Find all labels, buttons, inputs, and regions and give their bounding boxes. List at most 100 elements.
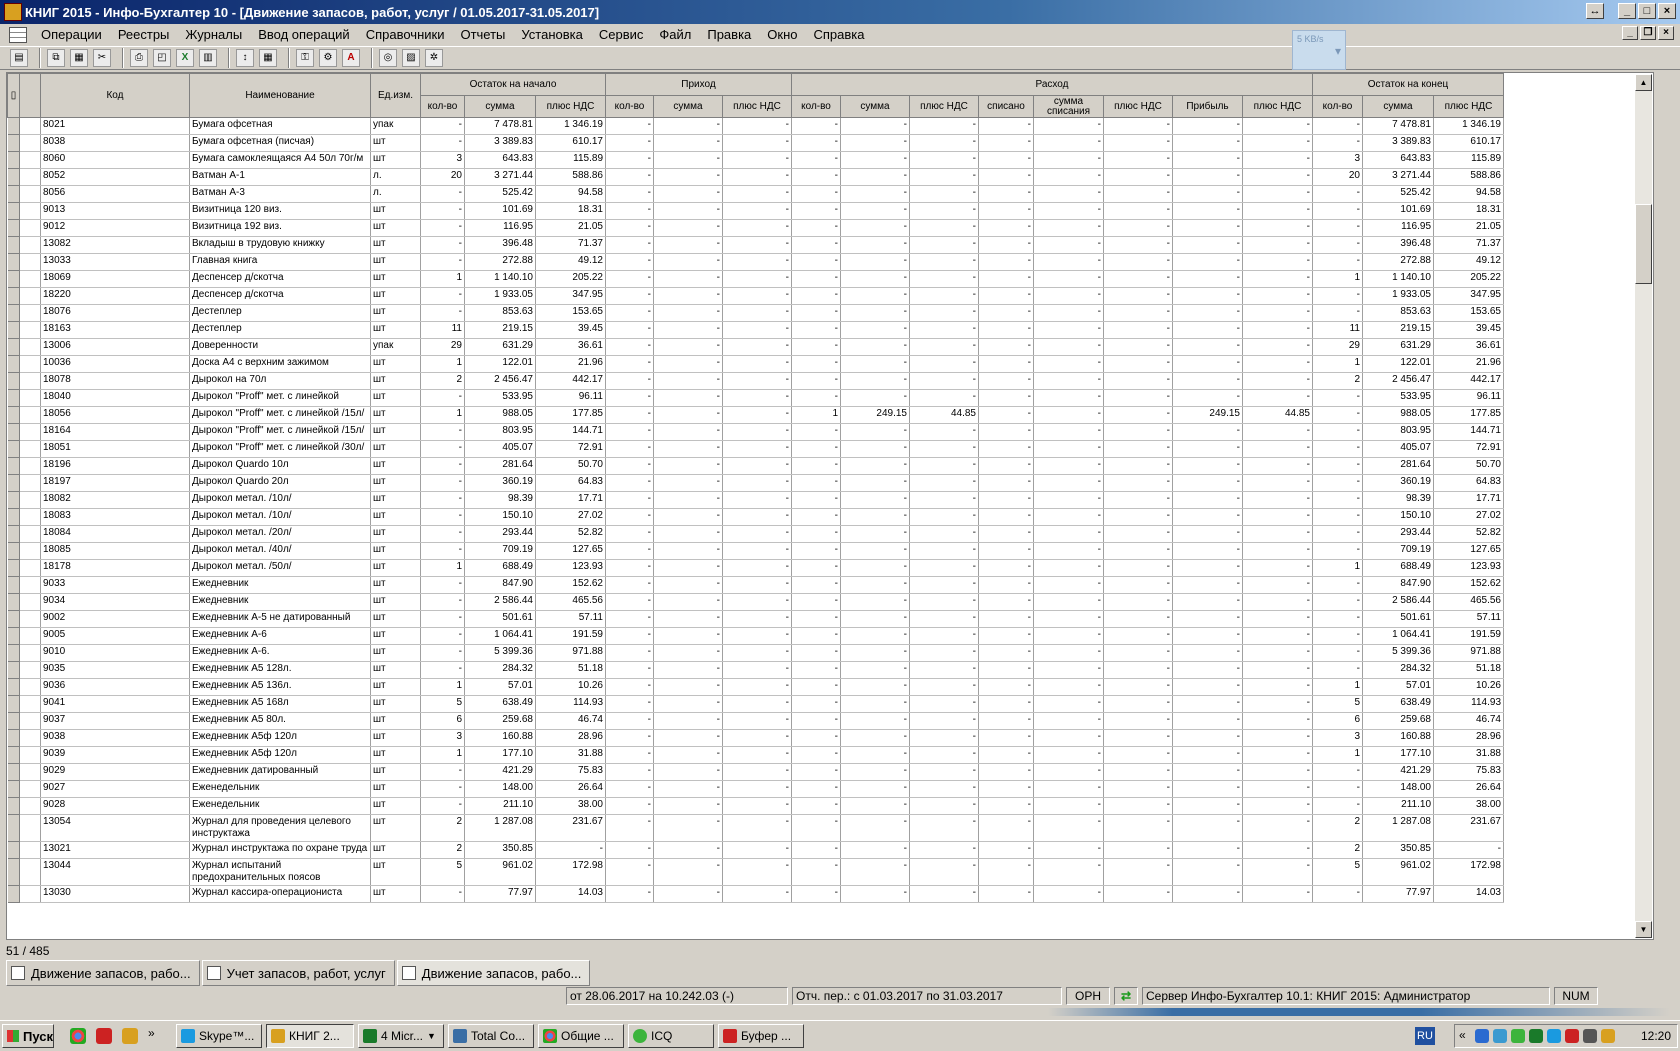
table-cell[interactable]: 1 [1312, 559, 1363, 577]
table-cell[interactable]: - [791, 185, 841, 203]
table-cell[interactable]: - [1242, 185, 1313, 203]
menu-service[interactable]: Сервис [591, 27, 652, 42]
table-row[interactable]: 18178 Дырокол метал. /50л/шт 1 688.49 123.93… [7, 559, 1638, 577]
table-cell[interactable]: Визитница 192 виз. [189, 219, 371, 237]
table-cell[interactable]: - [1033, 321, 1104, 339]
table-row[interactable]: 18196 Дырокол Quardo 10л шт -281.64 50.70- - -… [7, 457, 1638, 475]
table-cell[interactable]: - [1172, 355, 1243, 373]
table-cell[interactable]: 46.74 [1433, 712, 1504, 730]
table-cell[interactable]: 153.65 [1433, 304, 1504, 322]
row-selector[interactable] [19, 219, 41, 237]
table-cell[interactable]: 75.83 [1433, 763, 1504, 781]
table-cell[interactable]: 259.68 [1362, 712, 1434, 730]
table-cell[interactable]: - [605, 841, 654, 859]
row-selector[interactable] [19, 117, 41, 135]
table-cell[interactable]: - [722, 304, 792, 322]
table-cell[interactable]: 231.67 [1433, 814, 1504, 842]
table-cell[interactable]: Ежедневник А5 128л. [189, 661, 371, 679]
row-selector[interactable] [19, 797, 41, 815]
table-cell[interactable]: - [1242, 661, 1313, 679]
table-cell[interactable]: - [1033, 219, 1104, 237]
table-cell[interactable]: - [791, 542, 841, 560]
table-cell[interactable]: - [653, 372, 723, 390]
table-cell[interactable]: - [909, 168, 979, 186]
table-cell[interactable]: - [978, 763, 1034, 781]
table-cell[interactable]: Визитница 120 виз. [189, 202, 371, 220]
table-cell[interactable]: - [840, 525, 910, 543]
table-cell[interactable]: 421.29 [1362, 763, 1434, 781]
table-cell[interactable]: 36.61 [1433, 338, 1504, 356]
table-cell[interactable]: 51.18 [1433, 661, 1504, 679]
row-selector[interactable] [19, 440, 41, 458]
table-cell[interactable]: 9002 [40, 610, 190, 628]
table-cell[interactable]: - [653, 712, 723, 730]
chart-icon[interactable]: ▨ [402, 49, 420, 67]
table-cell[interactable]: - [1172, 593, 1243, 611]
row-indicator[interactable] [7, 678, 20, 696]
table-cell[interactable]: 13021 [40, 841, 190, 859]
table-cell[interactable]: - [1033, 559, 1104, 577]
table-cell[interactable]: - [605, 457, 654, 475]
table-cell[interactable]: 853.63 [1362, 304, 1434, 322]
knig-quicklaunch-icon[interactable] [122, 1028, 138, 1044]
row-indicator[interactable] [7, 117, 20, 135]
table-cell[interactable]: - [1033, 627, 1104, 645]
row-selector[interactable] [19, 185, 41, 203]
table-cell[interactable]: Ежедневник [189, 593, 371, 611]
table-cell[interactable]: Ежедневник А5ф 120л [189, 746, 371, 764]
table-cell[interactable]: шт [370, 661, 421, 679]
table-cell[interactable]: 709.19 [1362, 542, 1434, 560]
table-cell[interactable]: шт [370, 457, 421, 475]
table-cell[interactable]: - [909, 559, 979, 577]
table-cell[interactable]: - [420, 202, 465, 220]
table-cell[interactable]: - [722, 253, 792, 271]
table-cell[interactable]: - [1033, 423, 1104, 441]
table-cell[interactable]: 853.63 [464, 304, 536, 322]
row-indicator[interactable] [7, 134, 20, 152]
table-cell[interactable]: - [1242, 202, 1313, 220]
table-cell[interactable]: - [1312, 763, 1363, 781]
table-cell[interactable]: - [909, 134, 979, 152]
table-cell[interactable]: - [978, 644, 1034, 662]
table-cell[interactable]: - [605, 695, 654, 713]
table-cell[interactable]: 152.62 [1433, 576, 1504, 594]
table-cell[interactable]: - [1312, 885, 1363, 903]
table-cell[interactable]: - [420, 661, 465, 679]
table-cell[interactable]: - [722, 168, 792, 186]
table-cell[interactable]: - [791, 695, 841, 713]
table-cell[interactable]: Еженедельник [189, 780, 371, 798]
table-cell[interactable]: - [653, 763, 723, 781]
menu-window[interactable]: Окно [759, 27, 805, 42]
table-cell[interactable]: 72.91 [1433, 440, 1504, 458]
table-row[interactable]: 9013 Визитница 120 виз. шт -101.69 18.31- - - -… [7, 202, 1638, 220]
table-cell[interactable]: 18051 [40, 440, 190, 458]
table-cell[interactable]: - [1172, 841, 1243, 859]
table-row[interactable]: 9039 Ежедневник А5ф 120л шт 1 177.10 31.88- - -… [7, 746, 1638, 764]
table-cell[interactable]: 127.65 [535, 542, 606, 560]
table-cell[interactable]: 421.29 [464, 763, 536, 781]
table-cell[interactable]: шт [370, 858, 421, 886]
table-cell[interactable]: - [1103, 168, 1173, 186]
table-cell[interactable]: - [605, 644, 654, 662]
table-cell[interactable]: - [1312, 440, 1363, 458]
table-cell[interactable]: Ежедневник А-5 не датированный [189, 610, 371, 628]
table-cell[interactable]: - [1312, 236, 1363, 254]
table-cell[interactable]: - [722, 134, 792, 152]
table-cell[interactable]: Ежедневник А-6. [189, 644, 371, 662]
table-cell[interactable]: 1 064.41 [1362, 627, 1434, 645]
row-indicator[interactable] [7, 338, 20, 356]
row-indicator[interactable] [7, 627, 20, 645]
table-cell[interactable]: л. [370, 168, 421, 186]
row-selector[interactable] [19, 763, 41, 781]
table-cell[interactable]: - [605, 814, 654, 842]
table-cell[interactable]: - [605, 858, 654, 886]
row-selector[interactable] [19, 168, 41, 186]
table-cell[interactable]: - [420, 304, 465, 322]
table-cell[interactable]: 803.95 [464, 423, 536, 441]
table-cell[interactable]: - [1172, 729, 1243, 747]
table-cell[interactable]: 2 [420, 372, 465, 390]
table-cell[interactable]: Ежедневник А5 80л. [189, 712, 371, 730]
table-cell[interactable]: - [605, 885, 654, 903]
table-cell[interactable]: - [909, 423, 979, 441]
table-cell[interactable]: - [1103, 576, 1173, 594]
